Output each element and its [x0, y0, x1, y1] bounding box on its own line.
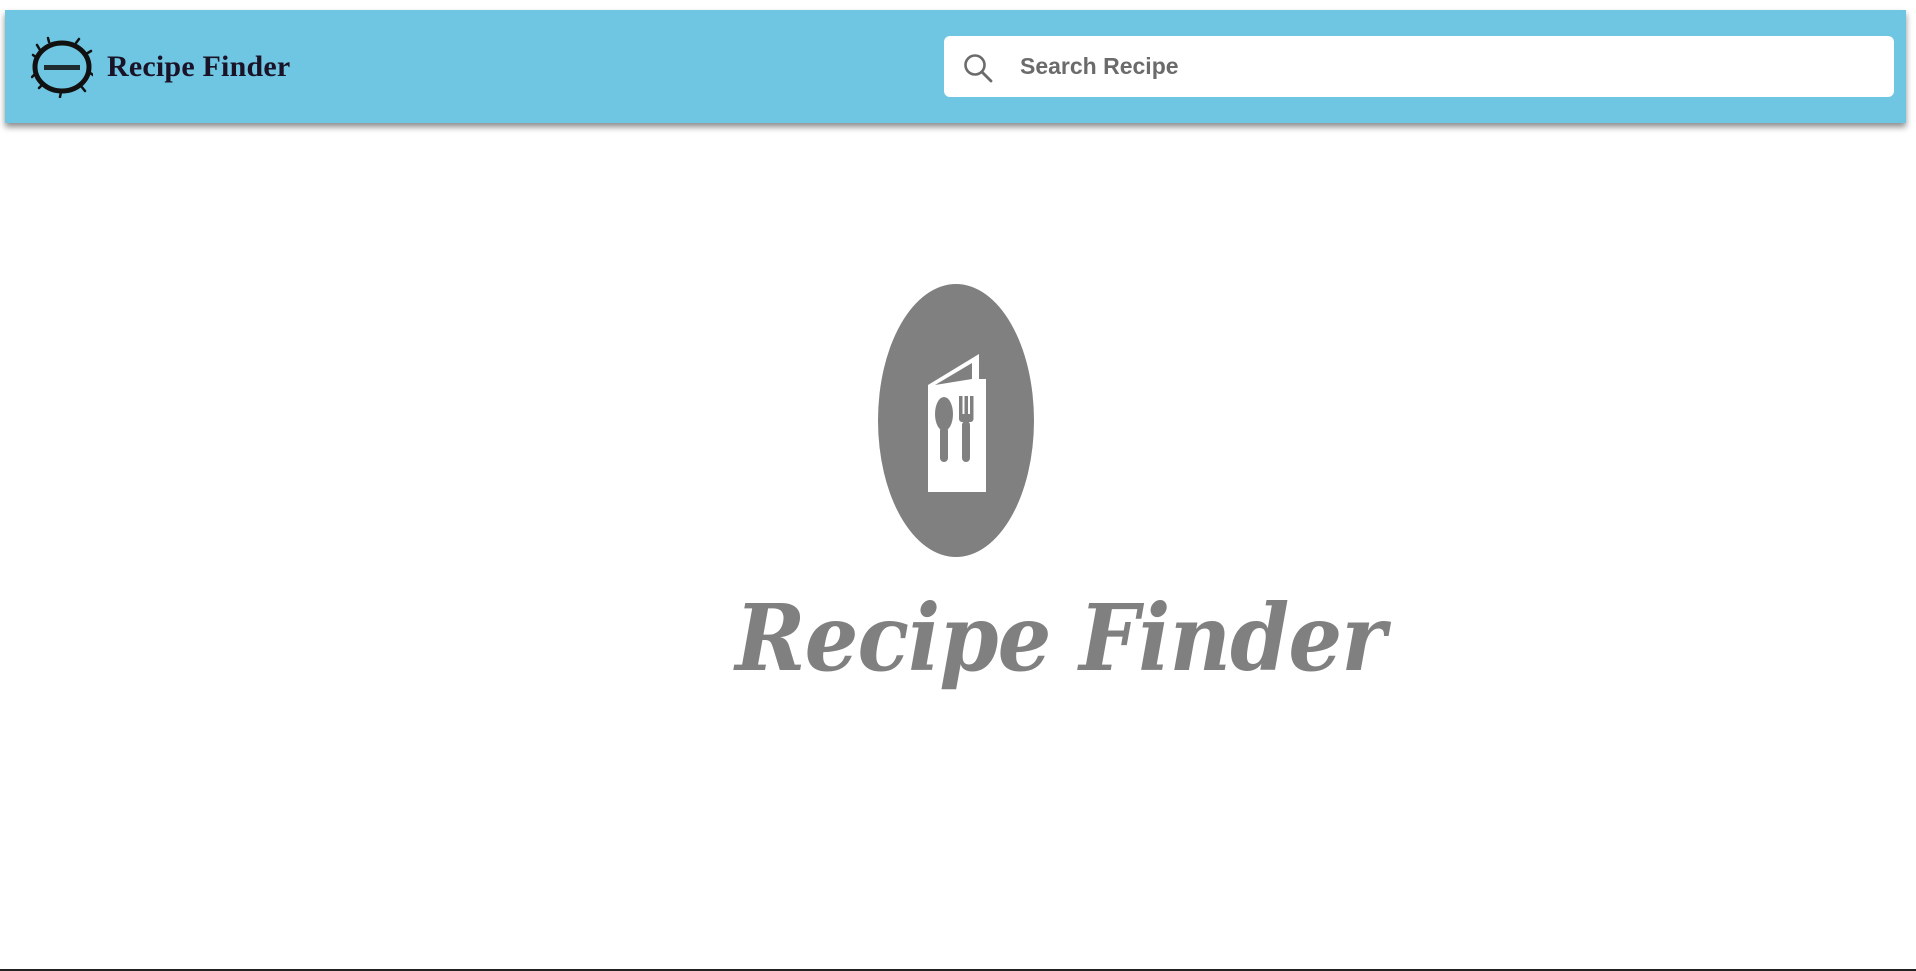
- search-icon: [964, 54, 993, 83]
- hero-section: Recipe Finder: [0, 0, 1916, 971]
- menu-card-utensils-icon: [878, 284, 1034, 557]
- brand-link[interactable]: Recipe Finder: [31, 36, 290, 98]
- page: Recipe Finder Recipe Finder: [0, 0, 1916, 971]
- hero-title: Recipe Finder: [735, 584, 1386, 692]
- search-input[interactable]: [1020, 36, 1880, 97]
- search-box[interactable]: [944, 36, 1894, 97]
- navbar: Recipe Finder: [5, 10, 1906, 123]
- brand-title: Recipe Finder: [107, 50, 291, 83]
- brand-logo-icon: [31, 36, 93, 98]
